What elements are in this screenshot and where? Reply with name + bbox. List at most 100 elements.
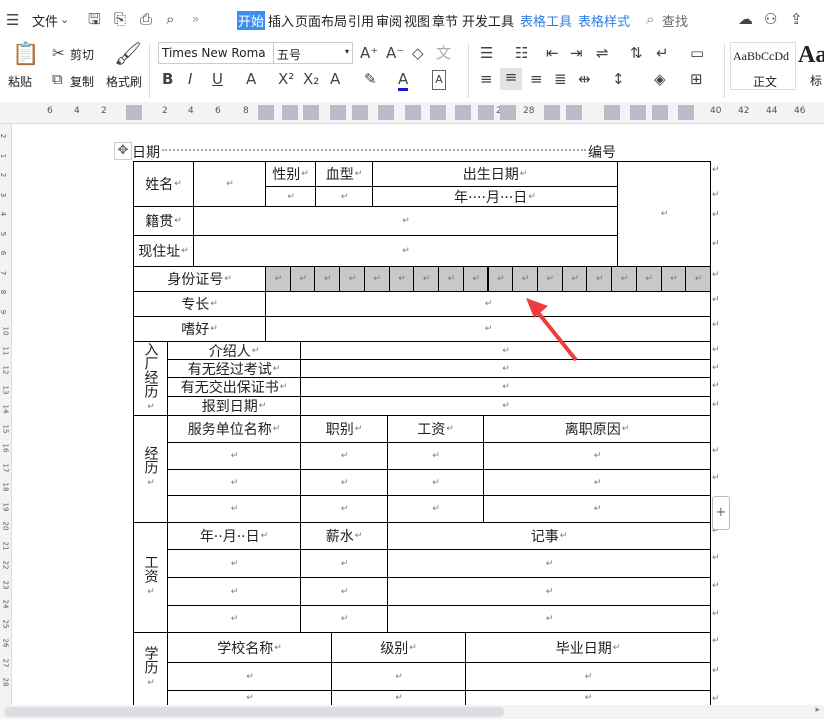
gender-value[interactable] [265, 186, 316, 207]
id-digit-cell[interactable] [363, 266, 390, 292]
print-icon[interactable]: ⎙ [140, 10, 152, 28]
column-marker[interactable] [478, 105, 494, 120]
align-right-icon[interactable]: ≡ [530, 70, 543, 88]
paragraph-mark-icon[interactable]: ↵ [656, 44, 669, 62]
increase-indent-icon[interactable]: ⇥ [570, 44, 583, 62]
search-icon[interactable]: ⌕ [646, 10, 654, 28]
format-painter-button[interactable]: 格式刷 [106, 73, 142, 90]
column-marker[interactable] [678, 105, 694, 120]
distribute-icon[interactable]: ⇹ [578, 70, 591, 88]
text-effect-icon[interactable]: A [330, 70, 340, 88]
id-digit-cell[interactable] [635, 266, 662, 292]
grow-font-icon[interactable]: A⁺ [360, 44, 378, 62]
id-digit-cell[interactable] [685, 266, 711, 292]
experience-cell[interactable] [483, 495, 711, 523]
column-marker[interactable] [303, 105, 319, 120]
experience-cell[interactable] [167, 469, 301, 496]
tab-table-tools[interactable]: 表格工具 [519, 11, 573, 30]
experience-cell[interactable] [167, 442, 301, 470]
specialty-label[interactable]: 专长 [133, 291, 266, 317]
format-painter-icon[interactable]: 🖌 [114, 42, 142, 68]
salary-cell[interactable] [387, 577, 711, 606]
education-label[interactable]: 学历 [133, 632, 168, 706]
exam-value[interactable] [300, 359, 711, 378]
report-date-value[interactable] [300, 396, 711, 416]
vertical-ruler[interactable]: 2 1 2 3 4 5 6 7 8 9 10 11 12 13 14 15 16 17 18 19 20 21 22 23 24… [0, 124, 12, 705]
add-column-button[interactable]: + [712, 496, 730, 530]
horizontal-ruler[interactable]: 6422468262840424446 [0, 102, 824, 124]
entry-history-label[interactable]: 入厂经历 [133, 341, 168, 416]
column-marker[interactable] [630, 105, 646, 120]
shrink-font-icon[interactable]: A⁻ [386, 44, 404, 62]
scrollbar-thumb[interactable] [4, 707, 504, 717]
address-label[interactable]: 现住址 [133, 235, 194, 267]
column-marker[interactable] [500, 105, 516, 120]
font-color-icon[interactable]: A [398, 70, 409, 91]
salary-cell[interactable] [167, 605, 301, 633]
experience-label[interactable]: 经历 [133, 415, 168, 523]
search-button[interactable]: 查找 [662, 11, 688, 30]
style-normal[interactable]: AaBbCcDd 正文 [730, 42, 796, 90]
shading-icon[interactable]: ◈ [654, 70, 666, 88]
experience-cell[interactable] [167, 495, 301, 523]
school-header[interactable]: 学校名称 [167, 632, 332, 663]
chevron-down-icon[interactable]: ⌄ [60, 11, 69, 29]
education-cell[interactable] [331, 690, 466, 706]
borders-icon[interactable]: ⊞ [690, 70, 703, 88]
strikethrough-icon[interactable]: A [246, 70, 256, 88]
print-preview-icon[interactable]: ⌕ [166, 10, 174, 28]
salary-cell[interactable] [167, 577, 301, 606]
share-icon[interactable]: ⇪ [790, 10, 803, 28]
id-digit-cell[interactable] [586, 266, 613, 292]
tab-home[interactable]: 开始 [237, 11, 266, 30]
column-marker[interactable] [544, 105, 560, 120]
experience-cell[interactable] [387, 495, 484, 523]
specialty-value[interactable] [265, 291, 711, 317]
native-place-value[interactable] [193, 206, 618, 236]
hobby-label[interactable]: 嗜好 [133, 316, 266, 342]
salary-cell[interactable] [167, 549, 301, 578]
address-value[interactable] [193, 235, 618, 267]
experience-cell[interactable] [300, 469, 388, 496]
id-digit-cell[interactable] [660, 266, 687, 292]
experience-cell[interactable] [483, 469, 711, 496]
paste-icon[interactable]: 📋 [12, 42, 39, 68]
report-date-label[interactable]: 报到日期 [167, 396, 301, 416]
salary-cell[interactable] [387, 549, 711, 578]
align-left-icon[interactable]: ≡ [480, 70, 493, 88]
font-size-select[interactable]: 五号 ▾ [273, 42, 353, 64]
gender-label[interactable]: 性别 [265, 161, 316, 187]
salary-cell[interactable] [300, 605, 388, 633]
column-marker[interactable] [258, 105, 274, 120]
id-digit-cell[interactable] [413, 266, 440, 292]
id-digit-cell[interactable] [536, 266, 563, 292]
decrease-indent-icon[interactable]: ⇤ [546, 44, 559, 62]
id-digit-cell[interactable] [388, 266, 415, 292]
position-header[interactable]: 职别 [300, 415, 388, 443]
education-cell[interactable] [465, 690, 711, 706]
column-marker[interactable] [330, 105, 346, 120]
introducer-label[interactable]: 介绍人 [167, 341, 301, 360]
salary-cell[interactable] [300, 549, 388, 578]
italic-icon[interactable]: I [188, 70, 192, 88]
birth-date-value[interactable]: 年····月···日 [372, 186, 618, 207]
tab-chapter[interactable]: 章节 [431, 11, 459, 30]
blood-type-value[interactable] [315, 186, 373, 207]
wage-header[interactable]: 工资 [387, 415, 484, 443]
leave-reason-header[interactable]: 离职原因 [483, 415, 711, 443]
pay-header[interactable]: 薪水 [300, 522, 388, 550]
id-digit-cell[interactable] [314, 266, 341, 292]
introducer-value[interactable] [300, 341, 711, 360]
scroll-right-icon[interactable]: ▸ [815, 705, 820, 715]
experience-cell[interactable] [387, 469, 484, 496]
name-value[interactable] [193, 161, 266, 207]
ruler-icon[interactable]: ▭ [690, 44, 704, 62]
tab-insert[interactable]: 插入 [267, 11, 295, 30]
employer-header[interactable]: 服务单位名称 [167, 415, 301, 443]
column-marker[interactable] [282, 105, 298, 120]
sort-icon[interactable]: ⇅ [630, 44, 643, 62]
id-number-label[interactable]: 身份证号 [133, 266, 266, 292]
column-marker[interactable] [430, 105, 446, 120]
clear-format-icon[interactable]: ◇ [412, 44, 424, 62]
education-cell[interactable] [167, 662, 332, 691]
